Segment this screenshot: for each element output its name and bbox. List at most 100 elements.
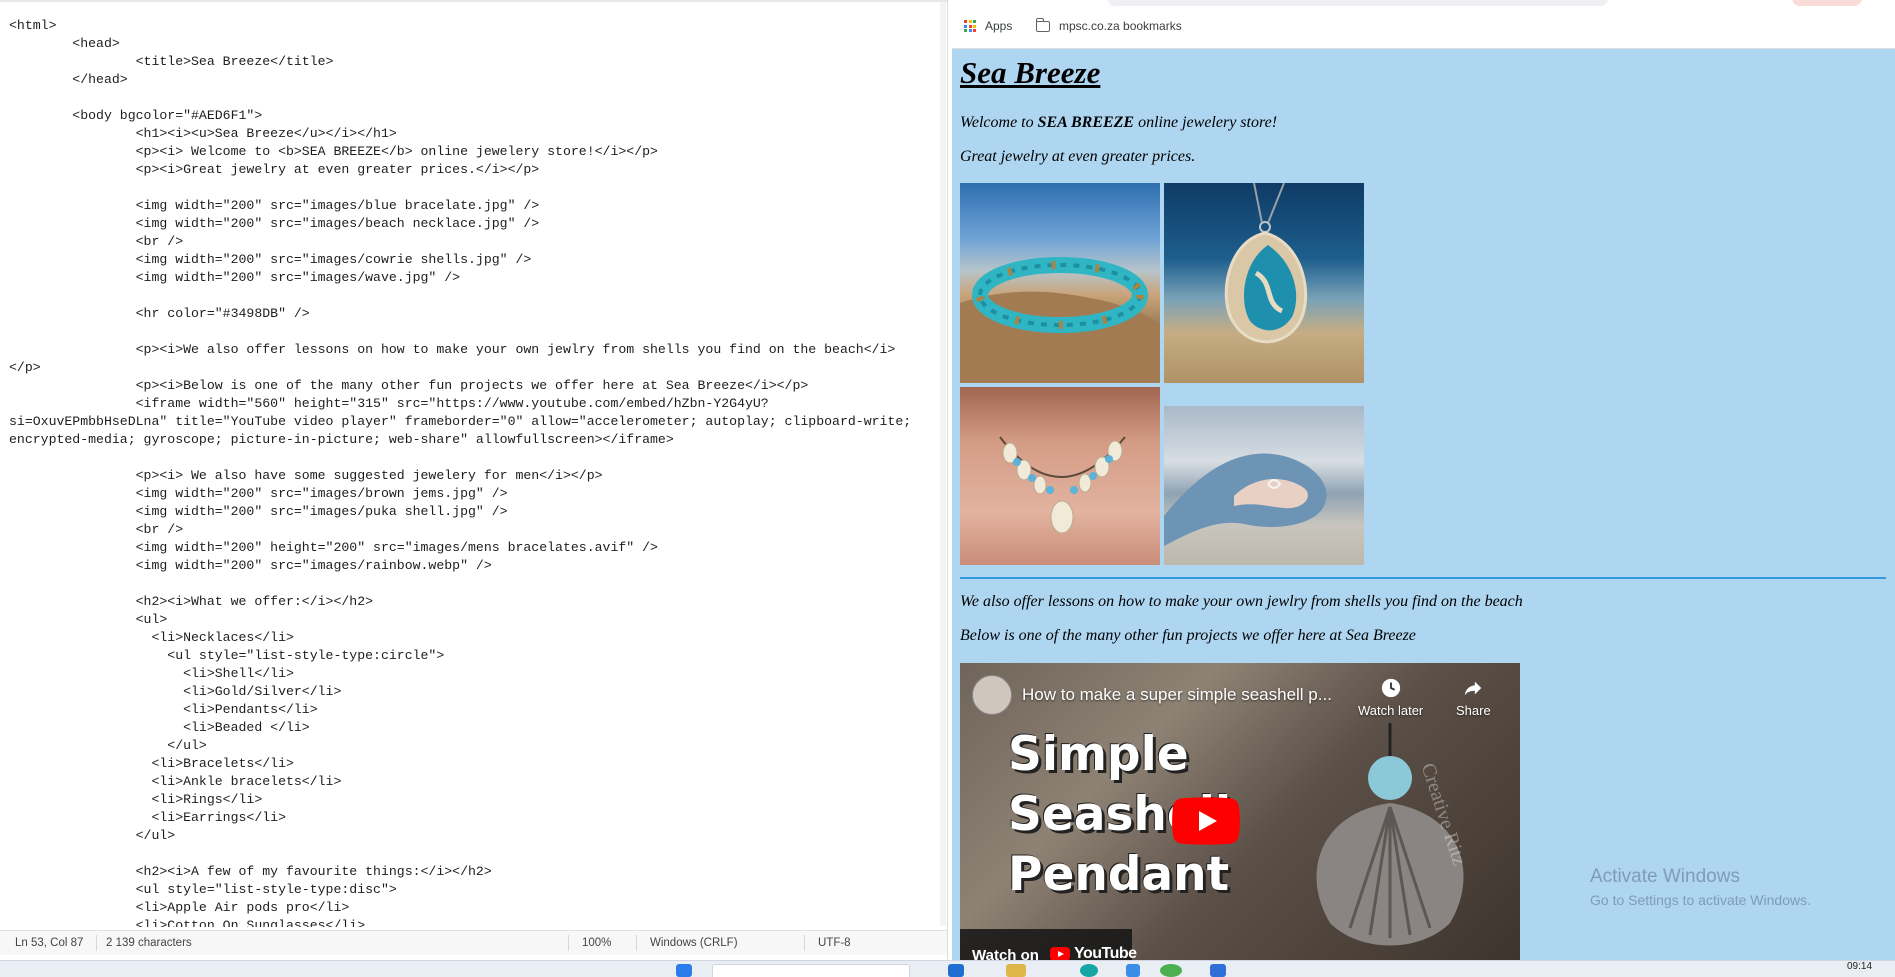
- watch-on-youtube-button[interactable]: Watch on YouTube: [960, 929, 1137, 960]
- code-line[interactable]: <head>: [9, 35, 939, 53]
- code-line[interactable]: <li>Cotton On Sunglasses</li>: [9, 917, 939, 927]
- code-line[interactable]: <img width="200" src="images/wave.jpg" /…: [9, 269, 939, 287]
- code-line[interactable]: <p><i>Below is one of the many other fun…: [9, 377, 939, 395]
- code-line[interactable]: [9, 323, 939, 341]
- channel-avatar[interactable]: [972, 675, 1012, 715]
- editor-scrollbar[interactable]: [940, 2, 946, 926]
- code-line[interactable]: <ul style="list-style-type:disc">: [9, 881, 939, 899]
- code-line[interactable]: <hr color="#3498DB" />: [9, 305, 939, 323]
- code-line[interactable]: <img width="200" src="images/puka shell.…: [9, 503, 939, 521]
- code-line[interactable]: <img width="200" src="images/cowrie shel…: [9, 251, 939, 269]
- code-line[interactable]: <h2><i>What we offer:</i></h2>: [9, 593, 939, 611]
- code-line[interactable]: <ul style="list-style-type:circle">: [9, 647, 939, 665]
- code-line[interactable]: <title>Sea Breeze</title>: [9, 53, 939, 71]
- code-line[interactable]: </head>: [9, 71, 939, 89]
- code-line[interactable]: <img width="200" src="images/rainbow.web…: [9, 557, 939, 575]
- taskbar-search[interactable]: [712, 964, 910, 977]
- code-line[interactable]: [9, 287, 939, 305]
- browser-window: Apps mpsc.co.za bookmarks Sea Breeze Wel…: [952, 0, 1895, 960]
- code-line[interactable]: si=OxuvEPmbbHseDLna" title="YouTube vide…: [9, 413, 939, 431]
- taskbar-app-icon[interactable]: [1210, 964, 1226, 977]
- horizontal-rule: [960, 577, 1886, 579]
- tagline-text: Great jewelry at even greater prices.: [960, 148, 1196, 165]
- code-line[interactable]: [9, 845, 939, 863]
- code-line[interactable]: <li>Beaded </li>: [9, 719, 939, 737]
- code-line[interactable]: <iframe width="560" height="315" src="ht…: [9, 395, 939, 413]
- overlay-line: Pendant: [1008, 847, 1230, 902]
- video-title[interactable]: How to make a super simple seashell p...: [1022, 685, 1332, 705]
- code-text-area[interactable]: <html> <head> <title>Sea Breeze</title> …: [9, 17, 939, 927]
- lessons-text: We also offer lessons on how to make you…: [960, 593, 1523, 610]
- code-line[interactable]: <li>Ankle bracelets</li>: [9, 773, 939, 791]
- code-line[interactable]: [9, 449, 939, 467]
- overlay-line: Simple: [1008, 727, 1189, 782]
- code-line[interactable]: <html>: [9, 17, 939, 35]
- code-line[interactable]: <li>Apple Air pods pro</li>: [9, 899, 939, 917]
- code-line[interactable]: [9, 575, 939, 593]
- code-line[interactable]: <li>Necklaces</li>: [9, 629, 939, 647]
- code-line[interactable]: <li>Bracelets</li>: [9, 755, 939, 773]
- welcome-prefix: Welcome to: [960, 114, 1038, 131]
- watch-on-label: Watch on: [972, 947, 1039, 960]
- line-ending[interactable]: Windows (CRLF): [650, 937, 738, 949]
- code-line[interactable]: <p><i> Welcome to <b>SEA BREEZE</b> onli…: [9, 143, 939, 161]
- start-icon[interactable]: [676, 964, 692, 977]
- code-line[interactable]: [9, 89, 939, 107]
- code-line[interactable]: <p><i>We also offer lessons on how to ma…: [9, 341, 939, 359]
- editor-top-border: [0, 0, 947, 2]
- code-line[interactable]: <img width="200" src="images/beach neckl…: [9, 215, 939, 233]
- status-divider: [96, 935, 97, 951]
- profile-button[interactable]: [1792, 0, 1862, 6]
- code-line[interactable]: <h1><i><u>Sea Breeze</u></i></h1>: [9, 125, 939, 143]
- status-divider: [568, 935, 569, 951]
- youtube-video-embed[interactable]: Creative Ritz Simple Seashell Pendant Ho…: [960, 663, 1520, 960]
- code-line[interactable]: <ul>: [9, 611, 939, 629]
- bookmark-apps[interactable]: Apps: [964, 19, 1012, 33]
- watch-later-button[interactable]: Watch later: [1358, 677, 1423, 718]
- code-line[interactable]: <img width="200" src="images/blue bracel…: [9, 197, 939, 215]
- editor-status-bar: Ln 53, Col 87 2 139 characters 100% Wind…: [0, 930, 947, 955]
- code-line[interactable]: [9, 179, 939, 197]
- beach-necklace-image: [1164, 183, 1364, 383]
- file-explorer-icon[interactable]: [1006, 964, 1026, 977]
- share-label: Share: [1456, 703, 1491, 718]
- welcome-suffix: online jewelery store!: [1134, 114, 1278, 131]
- taskbar-app-icon[interactable]: [1080, 964, 1098, 977]
- activate-title: Activate Windows: [1590, 866, 1740, 887]
- activate-windows-notice: Activate Windows Go to Settings to activ…: [1590, 866, 1811, 908]
- cursor-position[interactable]: Ln 53, Col 87: [15, 937, 83, 949]
- bookmark-label: mpsc.co.za bookmarks: [1059, 19, 1182, 33]
- chrome-icon[interactable]: [1160, 964, 1182, 977]
- encoding[interactable]: UTF-8: [818, 937, 851, 949]
- share-arrow-icon: [1465, 681, 1482, 696]
- code-line[interactable]: </p>: [9, 359, 939, 377]
- code-line[interactable]: <p><i>Great jewelry at even greater pric…: [9, 161, 939, 179]
- address-bar[interactable]: [1108, 0, 1608, 6]
- code-line[interactable]: <br />: [9, 233, 939, 251]
- taskbar-app-icon[interactable]: [1126, 964, 1140, 977]
- welcome-text: Welcome to SEA BREEZE online jewelery st…: [960, 114, 1277, 132]
- code-line[interactable]: <body bgcolor="#AED6F1">: [9, 107, 939, 125]
- code-line[interactable]: <li>Pendants</li>: [9, 701, 939, 719]
- taskbar-app-icon[interactable]: [948, 964, 964, 977]
- clock-icon: [1381, 678, 1400, 698]
- projects-text: Below is one of the many other fun proje…: [960, 627, 1416, 644]
- taskbar-clock[interactable]: 09:14: [1847, 961, 1872, 972]
- code-line[interactable]: <br />: [9, 521, 939, 539]
- code-line[interactable]: <img width="200" src="images/brown jems.…: [9, 485, 939, 503]
- code-line[interactable]: <h2><i>A few of my favourite things:</i>…: [9, 863, 939, 881]
- play-icon[interactable]: [1172, 797, 1240, 845]
- code-line[interactable]: <li>Shell</li>: [9, 665, 939, 683]
- code-line[interactable]: </ul>: [9, 737, 939, 755]
- code-line[interactable]: <p><i> We also have some suggested jewel…: [9, 467, 939, 485]
- code-line[interactable]: <li>Gold/Silver</li>: [9, 683, 939, 701]
- youtube-logo: YouTube: [1050, 945, 1137, 960]
- code-line[interactable]: <img width="200" height="200" src="image…: [9, 539, 939, 557]
- code-line[interactable]: encrypted-media; gyroscope; picture-in-p…: [9, 431, 939, 449]
- share-button[interactable]: Share: [1456, 677, 1491, 718]
- code-line[interactable]: </ul>: [9, 827, 939, 845]
- code-line[interactable]: <li>Earrings</li>: [9, 809, 939, 827]
- bookmark-folder-mpsc[interactable]: mpsc.co.za bookmarks: [1035, 17, 1182, 33]
- zoom-level[interactable]: 100%: [582, 937, 611, 949]
- code-line[interactable]: <li>Rings</li>: [9, 791, 939, 809]
